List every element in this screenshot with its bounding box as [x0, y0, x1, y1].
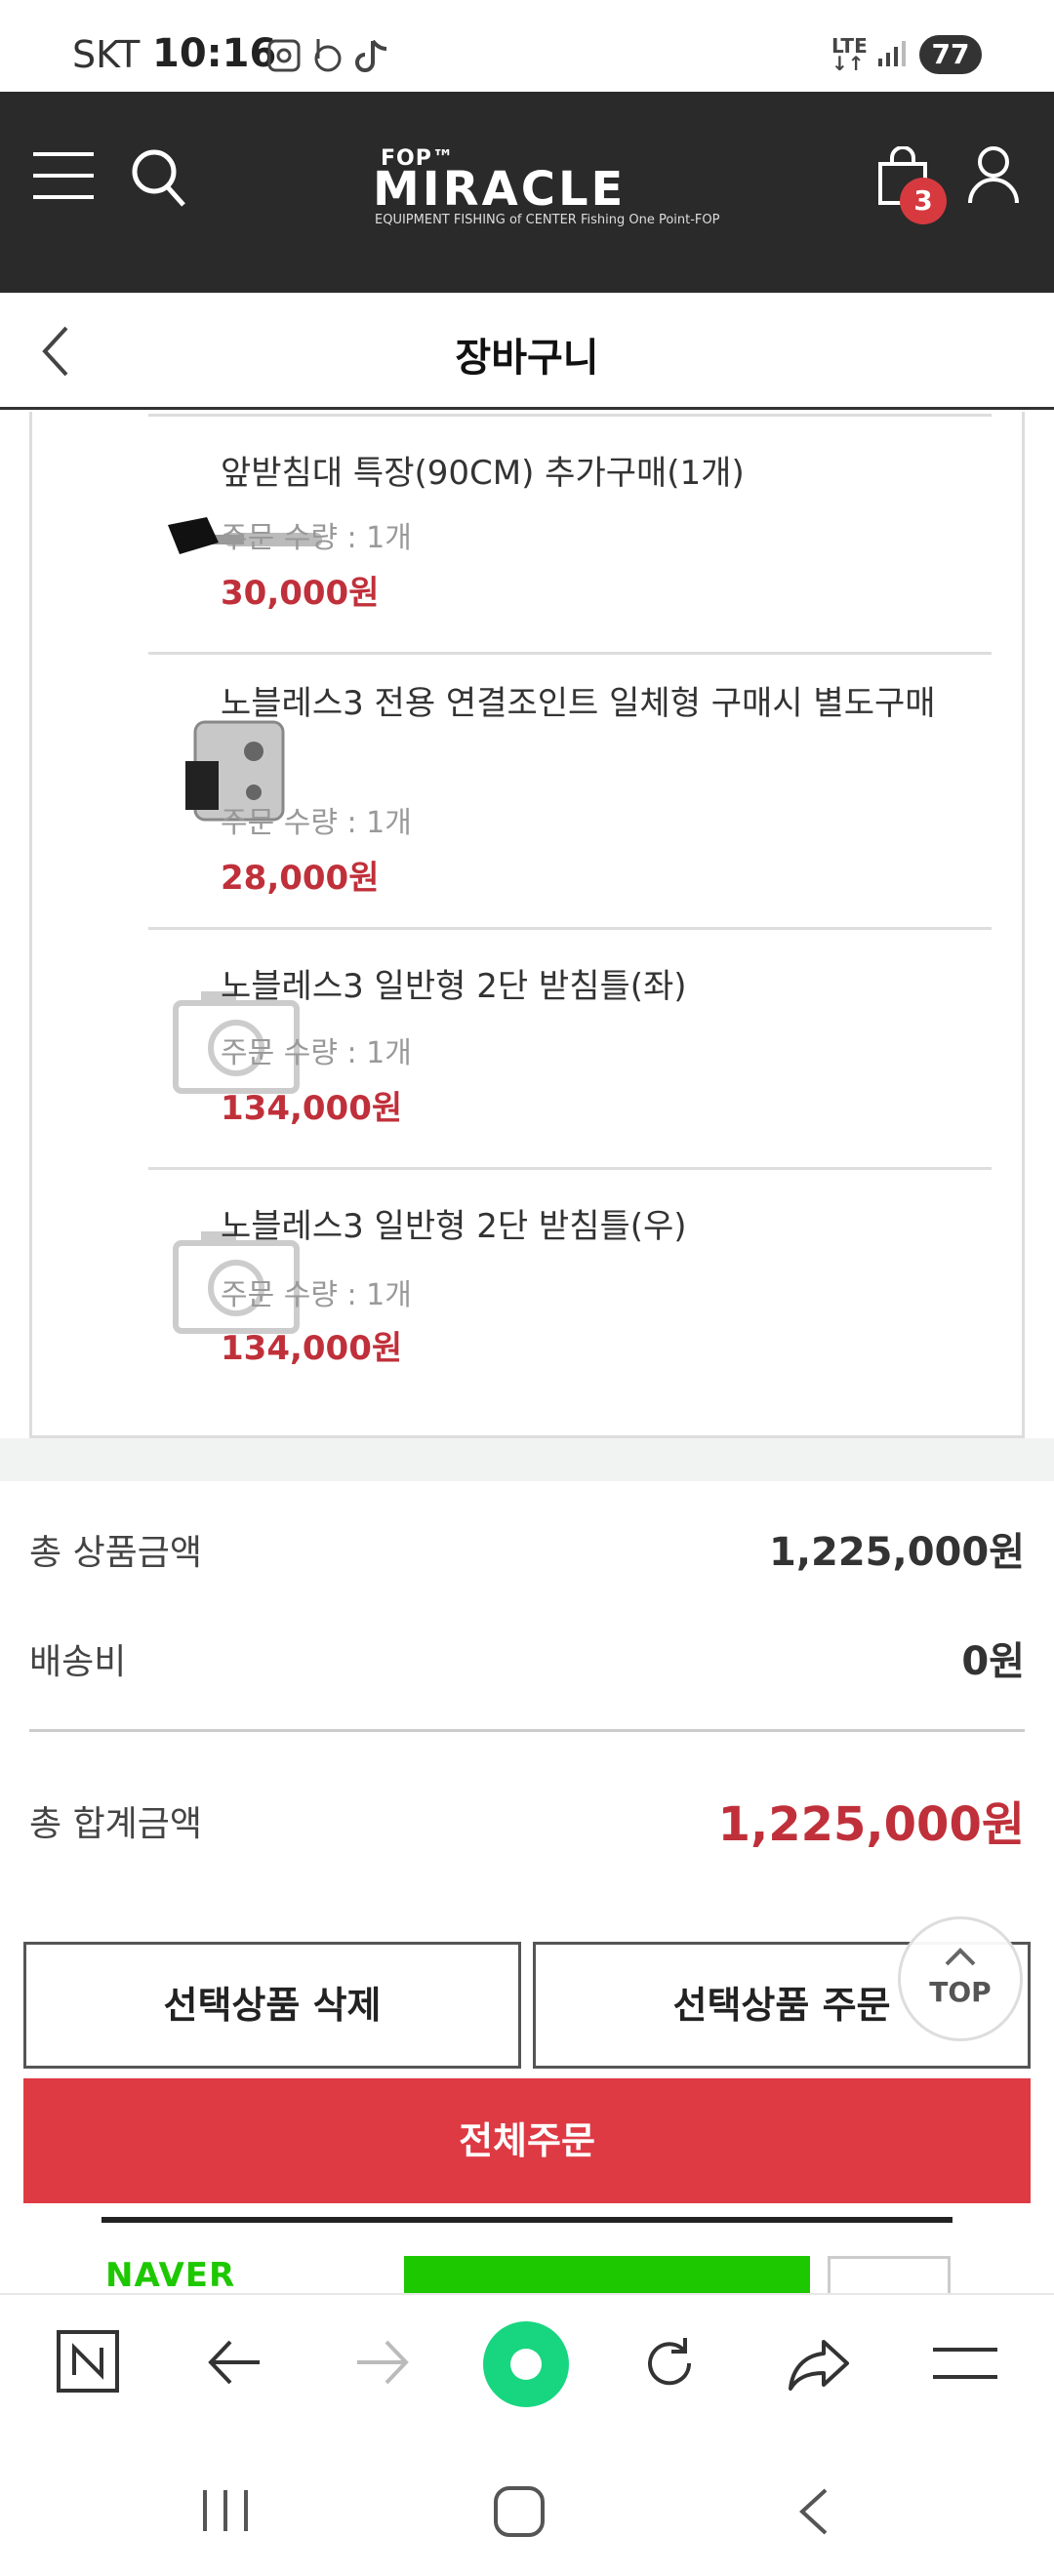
user-icon[interactable] [966, 144, 1021, 205]
naver-home-icon[interactable] [482, 2320, 570, 2408]
naver-logo: NAVER [105, 2256, 236, 2295]
cart-item-price: 134,000원 [221, 1329, 403, 1368]
naver-section-divider [101, 2217, 953, 2223]
cart-item-name[interactable]: 노블레스3 일반형 2단 받침틀(우) [221, 1200, 992, 1253]
summary-divider [29, 1729, 1025, 1732]
search-icon[interactable] [129, 146, 187, 209]
shipping-fee-label: 배송비 [29, 1642, 127, 1682]
item-divider [148, 414, 992, 417]
naver-pay-button[interactable] [404, 2256, 810, 2295]
page-title: 장바구니 [455, 336, 599, 381]
section-spacer [0, 1438, 1054, 1481]
cart-item-price: 28,000원 [221, 859, 380, 898]
refresh-icon[interactable] [638, 2332, 701, 2395]
cart-item-quantity: 주문 수량 : 1개 [221, 1036, 412, 1070]
network-lte-indicator: LTE ↓↑ [831, 34, 868, 75]
cart-item-name[interactable]: 노블레스3 전용 연결조인트 일체형 구매시 별도구매 [221, 677, 992, 730]
notification-icons [267, 39, 387, 72]
status-carrier: SKT [72, 33, 141, 76]
chevron-up-icon [945, 1948, 976, 1966]
item-divider [148, 1167, 992, 1170]
item-divider [148, 927, 992, 930]
cart-item-quantity: 주문 수량 : 1개 [221, 1278, 412, 1312]
share-icon[interactable] [787, 2334, 853, 2393]
browser-back-icon[interactable] [205, 2336, 265, 2389]
home-icon[interactable] [492, 2484, 547, 2539]
grand-total-label: 총 합계금액 [29, 1804, 203, 1844]
scroll-top-button[interactable]: TOP [898, 1916, 1023, 2041]
browser-menu-icon[interactable] [931, 2342, 999, 2385]
recent-apps-icon[interactable] [199, 2486, 252, 2535]
grand-total-value: 1,225,000원 [717, 1797, 1025, 1852]
status-time: 10:16 [152, 31, 277, 76]
site-logo[interactable]: FOP™ MIRACLE EQUIPMENT FISHING of CENTER… [369, 146, 719, 234]
delete-selected-button[interactable]: 선택상품 삭제 [23, 1942, 521, 2069]
cart-item-quantity: 주문 수량 : 1개 [221, 806, 412, 840]
system-back-icon[interactable] [794, 2484, 833, 2539]
naver-n-icon[interactable] [55, 2328, 121, 2395]
browser-forward-icon[interactable] [351, 2336, 412, 2389]
hamburger-menu-icon[interactable] [33, 152, 94, 199]
signal-icon [878, 41, 906, 66]
battery-indicator: 77 [919, 35, 982, 74]
scroll-top-label: TOP [929, 1976, 992, 2008]
cart-item-name[interactable]: 노블레스3 일반형 2단 받침틀(좌) [221, 960, 992, 1013]
cart-item-quantity: 주문 수량 : 1개 [221, 521, 412, 555]
shipping-fee-value: 0원 [961, 1639, 1025, 1684]
product-total-value: 1,225,000원 [768, 1530, 1025, 1575]
product-total-label: 총 상품금액 [29, 1533, 203, 1573]
item-divider [148, 652, 992, 655]
cart-item-price: 30,000원 [221, 574, 380, 613]
cart-item-name[interactable]: 앞받침대 특장(90CM) 추가구매(1개) [221, 447, 992, 500]
cart-item-price: 134,000원 [221, 1089, 403, 1128]
naver-wishlist-button[interactable] [828, 2256, 951, 2295]
order-all-button[interactable]: 전체주문 [23, 2078, 1031, 2203]
cart-count-badge: 3 [900, 178, 947, 224]
